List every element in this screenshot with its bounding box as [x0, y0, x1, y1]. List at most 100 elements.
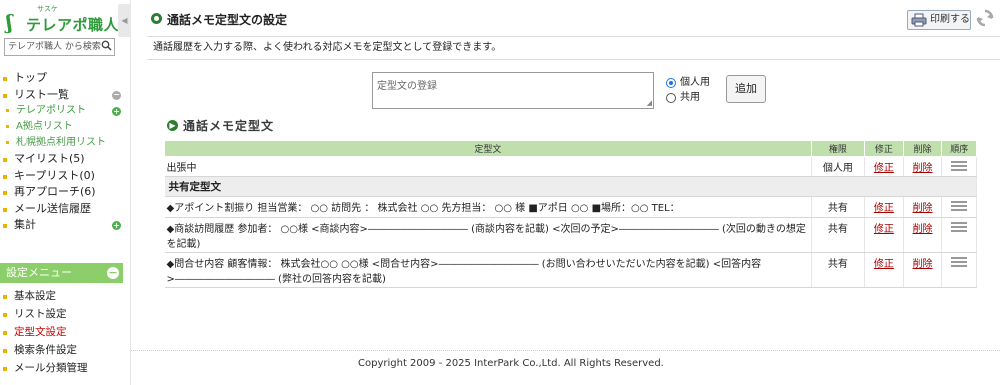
section-title: 通話メモ定型文: [183, 119, 275, 133]
sidebar-item-top[interactable]: トップ: [0, 70, 131, 87]
col-header-permission: 権限: [810, 140, 866, 157]
sidebar-nav: トップ リスト一覧 − テレアポリスト + A拠点リスト 札幌拠点利用リスト マイリ…: [0, 70, 131, 234]
title-bullet-icon: [151, 13, 162, 24]
edit-link[interactable]: 修正: [874, 163, 894, 174]
search-placeholder: テレアポ職人 から検索: [8, 42, 101, 52]
sidebar-item-label: マイリスト(5): [14, 152, 85, 165]
template-text: ◆問合せ内容 顧客情報： 株式会社○○ ○○様 <問合せ内容>―――――――――…: [164, 252, 812, 288]
drag-handle-icon[interactable]: [951, 257, 968, 267]
printer-icon: [911, 13, 927, 27]
drag-handle-icon[interactable]: [951, 201, 968, 211]
sidebar-item-summary[interactable]: 集計 +: [0, 217, 131, 234]
sidebar-item-label: キープリスト(0): [14, 168, 95, 182]
drag-handle-icon[interactable]: [951, 222, 968, 232]
drag-handle-icon[interactable]: [951, 161, 968, 171]
search-icon[interactable]: [101, 40, 112, 54]
sidebar-item-mylist[interactable]: マイリスト(5): [0, 151, 131, 168]
radio-checked-icon[interactable]: [666, 78, 676, 88]
sidebar-subitem-teleapo-list[interactable]: テレアポリスト +: [0, 103, 131, 119]
radio-unchecked-icon[interactable]: [666, 93, 676, 103]
radio-personal[interactable]: 個人用: [664, 75, 710, 90]
sidebar-item-label: 検索条件設定: [14, 344, 77, 356]
expand-icon[interactable]: +: [112, 107, 121, 116]
sidebar-item-label: リスト一覧: [14, 87, 69, 101]
radio-label: 共用: [680, 92, 700, 103]
collapse-icon[interactable]: −: [107, 267, 119, 279]
logo-ruby: サスケ: [37, 5, 58, 13]
section-bullet-icon: ▶: [167, 120, 178, 131]
sidebar-item-mail-category[interactable]: メール分類管理: [0, 359, 131, 377]
expand-icon[interactable]: +: [112, 221, 121, 230]
template-permission: 共有: [811, 252, 866, 288]
sidebar-item-search-settings[interactable]: 検索条件設定: [0, 341, 131, 359]
sidebar-item-keeplist[interactable]: キープリスト(0): [0, 168, 131, 185]
table-row: 出張中 個人用 修正 削除: [164, 156, 977, 177]
sidebar-search-input[interactable]: テレアポ職人 から検索: [4, 38, 115, 56]
sidebar-item-basic-settings[interactable]: 基本設定: [0, 287, 131, 305]
table-row: ◆アポイント割振り 担当営業： ○○ 訪問先 ： 株式会社 ○○ 先方担当： ○…: [164, 196, 977, 218]
sidebar-item-reapproach[interactable]: 再アプローチ(6): [0, 184, 131, 201]
col-header-template: 定型文: [164, 140, 812, 157]
template-table: 定型文 権限 修正 削除 順序 出張中 個人用 修正 削除 共有定型文 ◆アポイ…: [164, 140, 977, 288]
logo-text: テレアポ職人: [26, 16, 120, 34]
sidebar-item-label: 札幌拠点利用リスト: [16, 137, 106, 148]
radio-shared[interactable]: 共用: [664, 90, 710, 105]
template-permission: 共有: [811, 217, 866, 253]
delete-link[interactable]: 削除: [913, 163, 933, 174]
group-label: 共有定型文: [164, 176, 977, 197]
table-row: ◆問合せ内容 顧客情報： 株式会社○○ ○○様 <問合せ内容>―――――――――…: [164, 252, 977, 288]
settings-menu-header[interactable]: 設定メニュー −: [0, 263, 123, 283]
sidebar-item-label: メール分類管理: [14, 362, 88, 374]
logo[interactable]: ʃ サスケ テレアポ職人: [4, 4, 124, 34]
delete-link[interactable]: 削除: [913, 224, 933, 235]
print-button[interactable]: 印刷する: [907, 10, 971, 30]
sidebar: ʃ サスケ テレアポ職人 ◀ テレアポ職人 から検索 トップ リスト一覧 − テレ…: [0, 0, 131, 385]
template-text: 出張中: [164, 156, 812, 177]
radio-label: 個人用: [680, 77, 710, 88]
sidebar-item-label: メール送信履歴: [14, 201, 91, 215]
sidebar-item-label: 定型文設定: [14, 326, 67, 338]
sidebar-subitem-sapporo-list[interactable]: 札幌拠点利用リスト: [0, 135, 131, 151]
template-permission: 個人用: [811, 156, 866, 177]
title-bar: 通話メモ定型文の設定 印刷する: [131, 0, 1000, 36]
sidebar-item-label: テレアポリスト: [16, 105, 86, 116]
copyright: Copyright 2009 - 2025 InterPark Co.,Ltd.…: [358, 358, 664, 369]
table-header-row: 定型文 権限 修正 削除 順序: [164, 140, 977, 157]
print-label: 印刷する: [930, 14, 970, 25]
resize-handle-icon[interactable]: ◢: [647, 99, 652, 107]
settings-menu-label: 設定メニュー: [6, 266, 72, 279]
edit-link[interactable]: 修正: [874, 259, 894, 270]
scope-radio-group: 個人用 共用: [664, 75, 710, 105]
add-button[interactable]: 追加: [726, 75, 766, 103]
sidebar-item-label: リスト設定: [14, 308, 67, 320]
sidebar-item-label: 基本設定: [14, 290, 56, 302]
template-text: ◆商談訪問履歴 参加者： ○○様 <商談内容>―――――――――― (商談内容を…: [164, 217, 812, 253]
template-text: ◆アポイント割振り 担当営業： ○○ 訪問先 ： 株式会社 ○○ 先方担当： ○…: [164, 196, 812, 218]
table-group-row: 共有定型文: [164, 176, 977, 197]
sidebar-collapse-button[interactable]: ◀: [118, 4, 131, 37]
sidebar-item-list[interactable]: リスト一覧 −: [0, 87, 131, 104]
delete-link[interactable]: 削除: [913, 203, 933, 214]
template-permission: 共有: [811, 196, 866, 218]
delete-link[interactable]: 削除: [913, 259, 933, 270]
sidebar-item-label: A拠点リスト: [16, 121, 73, 132]
reload-icon[interactable]: [975, 9, 995, 29]
template-input-placeholder: 定型文の登録: [377, 81, 437, 92]
page-title: 通話メモ定型文の設定: [167, 13, 288, 27]
main-content: 通話メモ定型文の設定 印刷する 通話履歴を入力する際、よく使われる対応メモを定型…: [131, 0, 1000, 385]
footer-divider: [131, 350, 1000, 351]
sidebar-subitem-a-list[interactable]: A拠点リスト: [0, 119, 131, 135]
col-header-edit: 修正: [864, 140, 904, 157]
col-header-delete: 削除: [902, 140, 943, 157]
col-header-order: 順序: [941, 140, 977, 157]
edit-link[interactable]: 修正: [874, 224, 894, 235]
settings-nav: 基本設定 リスト設定 定型文設定 検索条件設定 メール分類管理: [0, 287, 131, 377]
edit-link[interactable]: 修正: [874, 203, 894, 214]
sidebar-item-mail-history[interactable]: メール送信履歴: [0, 201, 131, 218]
template-input[interactable]: 定型文の登録 ◢: [372, 72, 654, 109]
logo-mark-icon: ʃ: [6, 10, 13, 34]
collapse-icon[interactable]: −: [112, 90, 121, 100]
sidebar-item-label: 集計: [14, 218, 36, 231]
sidebar-item-template-settings[interactable]: 定型文設定: [0, 323, 131, 341]
sidebar-item-list-settings[interactable]: リスト設定: [0, 305, 131, 323]
